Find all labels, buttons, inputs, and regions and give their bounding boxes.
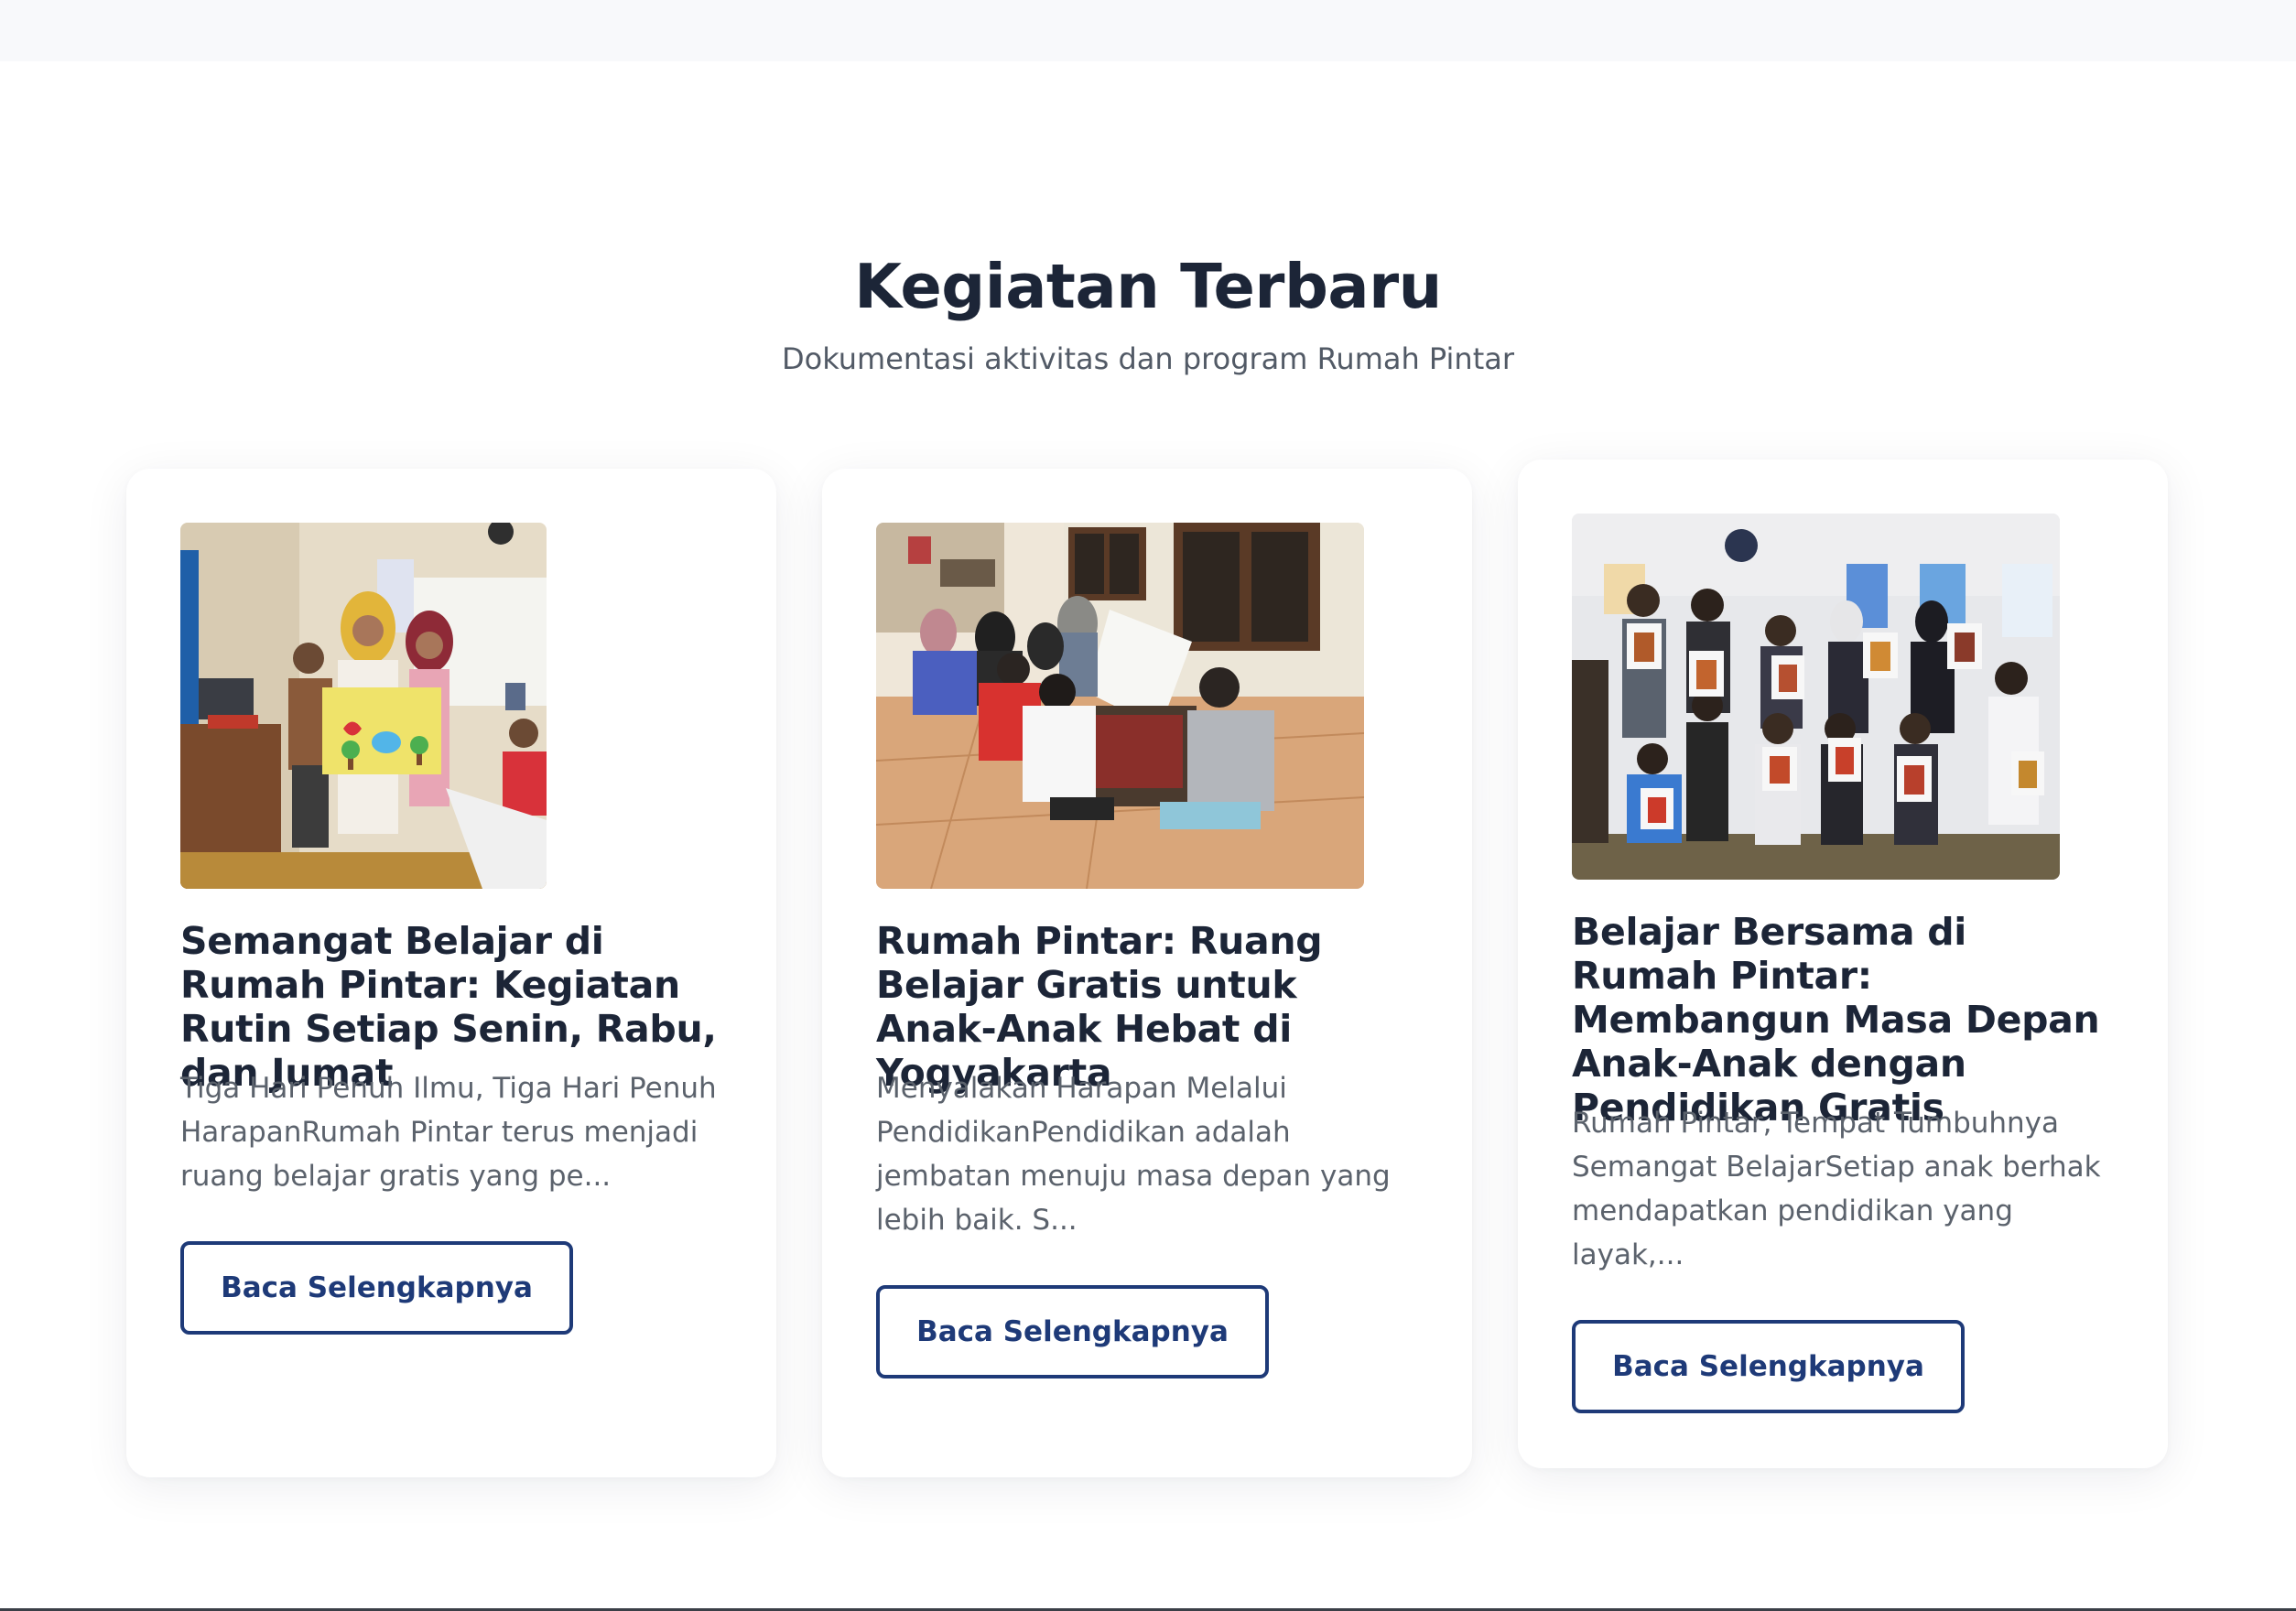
- read-more-button[interactable]: Baca Selengkapnya: [180, 1241, 573, 1335]
- activity-photo[interactable]: [180, 523, 547, 889]
- card-excerpt: Menyalakan Harapan Melalui PendidikanPen…: [876, 1072, 1391, 1237]
- activity-photo[interactable]: [1572, 514, 2060, 880]
- activity-card: Rumah Pintar: Ruang Belajar Gratis untuk…: [822, 469, 1472, 1477]
- section-title: Kegiatan Terbaru: [854, 251, 1442, 322]
- card-title[interactable]: Belajar Bersama di Rumah Pintar: Membang…: [1572, 910, 2121, 1130]
- activity-card: Semangat Belajar di Rumah Pintar: Kegiat…: [126, 469, 776, 1477]
- read-more-button[interactable]: Baca Selengkapnya: [1572, 1320, 1965, 1413]
- activity-photo[interactable]: [876, 523, 1364, 889]
- top-strip: [0, 0, 2296, 61]
- activity-card: Belajar Bersama di Rumah Pintar: Membang…: [1518, 460, 2168, 1468]
- card-excerpt: Tiga Hari Penuh Ilmu, Tiga Hari Penuh Ha…: [180, 1072, 717, 1193]
- read-more-button[interactable]: Baca Selengkapnya: [876, 1285, 1269, 1379]
- card-excerpt: Rumah Pintar, Tempat Tumbuhnya Semangat …: [1572, 1107, 2101, 1271]
- section-subtitle: Dokumentasi aktivitas dan program Rumah …: [781, 341, 1514, 376]
